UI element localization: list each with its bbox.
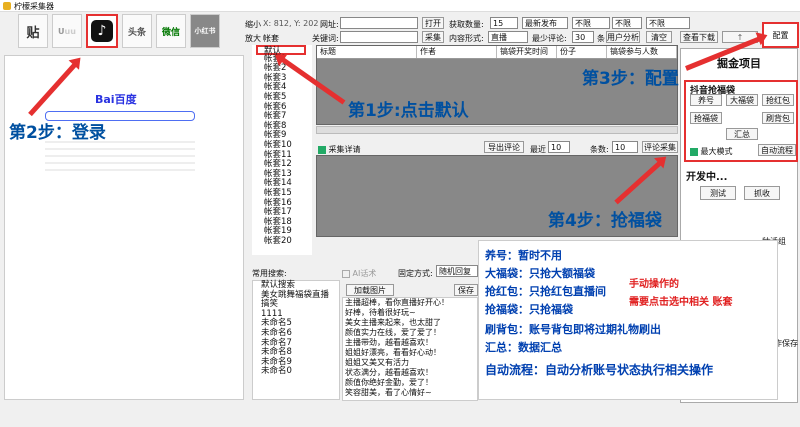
reply-messages[interactable]: 主播超棒，看你直播好开心！ 好棒，待着很好玩~ 美女主播来起来，也太甜了 颜值实… [342,297,478,401]
reply-message: 主播带劲，越看越喜欢！ [345,338,433,347]
platform-wechat[interactable]: 微信 [156,14,186,48]
clear-button[interactable]: 清空 [646,31,672,43]
app-icon [3,2,11,10]
note-line: 刷背包：账号背包即将过期礼物刷出 [485,323,661,336]
reply-message: 状态满分，越看越喜欢！ [345,368,433,377]
big-bag-button[interactable]: 大福袋 [726,94,758,106]
fixed-mode-select[interactable]: 随机回复 [436,265,478,277]
brush-backpack-button[interactable]: 刷背包 [762,112,794,124]
url-label: 网址: [320,20,339,29]
platform-tiktok[interactable]: ♪ [86,14,118,48]
reply-message: 颜值你绝好金勤，爱了！ [345,378,433,387]
account-label: 帐套 [263,34,279,43]
content-label: 内容形式: [449,34,484,43]
col-title[interactable]: 标题 [317,46,417,58]
reply-message: 美女主播来起来，也太甜了 [345,318,441,327]
fetch-label: 获取数量: [449,20,484,29]
search-item[interactable]: 未命名0 [253,367,339,377]
platform-xhs[interactable]: 小红书 [190,14,220,48]
common-search-list: 默认搜索 美女跳舞福袋直播 搞笑 1111 未命名5 未命名6 未命名7 未命名… [252,280,340,400]
note-line: 自动流程：自动分析账号状态执行相关操作 [485,363,714,377]
fixed-mode-label: 固定方式: [398,269,433,278]
min-comment-label: 最少评论: [532,34,567,43]
shrink-button[interactable]: 缩小 [245,19,261,30]
col-share[interactable]: 份子 [557,46,607,58]
enlarge-button[interactable]: 放大 [245,33,261,44]
col-participants[interactable]: 镐袋参与人数 [607,46,677,58]
reply-message: 姐姐好漂亮，看看好心动！ [345,348,441,357]
platform-unknown[interactable]: Uuu [52,14,82,48]
step4-annotation: 第4步：抢福袋 [548,211,662,231]
reply-message: 好棒，待着很好玩~ [345,308,416,317]
platform-tieba[interactable]: 贴 [18,14,48,48]
col-author[interactable]: 作者 [417,46,497,58]
step2-annotation: 第2步：登录 [9,123,106,143]
max-mode-checkbox[interactable]: 最大模式 [690,146,733,157]
manual-note-2: 需要点击选中相关 账套 [629,297,733,308]
recent-input[interactable]: 10 [548,141,570,153]
reply-message: 颜值实力在线，爱了爱了！ [345,328,441,337]
user-analysis-button[interactable]: 用户分析 [606,31,640,43]
keyword-label: 关键词: [312,34,339,43]
reply-message: 姐姐又美又有活力 [345,358,409,367]
nurture-button[interactable]: 养号 [690,94,722,106]
ai-script-checkbox[interactable]: AI话术 [342,268,376,279]
fetch-input[interactable]: 15 [490,17,518,29]
note-line: 汇总：数据汇总 [485,341,562,354]
note-line: 抢红包：只抢红包直播间 [485,285,606,298]
dev-title: 开发中... [686,172,728,183]
grid-scrollbar[interactable] [316,126,678,134]
app-window: 柠檬采集器 贴 Uuu ♪ 头条 微信 小红书 缩小 放大 X: 812, Y:… [0,0,800,427]
min-comment-input[interactable]: 30 [572,31,594,43]
note-line: 抢福袋：只抢福袋 [485,303,573,316]
add-image-button[interactable]: 加载图片 [346,284,394,296]
auto-flow-button[interactable]: 自动流程 [758,144,796,156]
export-comments-button[interactable]: 导出评论 [484,141,524,153]
red-packet-button[interactable]: 抢红包 [762,94,794,106]
summary-button[interactable]: 汇总 [726,128,758,140]
manual-note-1: 手动操作的 [629,279,679,290]
common-search-label: 常用搜索: [252,269,287,278]
limit-select-3[interactable]: 不限 [646,17,690,29]
content-select[interactable]: 直播 [488,31,528,43]
note-line: 大福袋：只抢大额福袋 [485,267,595,280]
app-title: 柠檬采集器 [14,2,54,11]
grab-test-button[interactable]: 抓收 [744,186,780,200]
note-line: 养号：暂时不用 [485,249,562,262]
open-button[interactable]: 打开 [422,17,444,29]
unit-label: 条 [597,34,605,43]
sort-select[interactable]: 最新发布 [522,17,568,29]
limit-select-2[interactable]: 不限 [612,17,642,29]
account-item[interactable]: 帐套20 [252,236,312,247]
grid-header: 标题 作者 镐袋开奖时间 份子 镐袋参与人数 [317,46,677,59]
collect-button[interactable]: 采集 [422,31,444,43]
step3-annotation: 第3步：配置 [582,69,679,89]
douyin-grab-box: 抖音抢福袋 养号 大福袋 抢红包 抢福袋 刷背包 汇总 最大模式 自动流程 [684,80,798,162]
instruction-note: 养号：暂时不用 大福袋：只抢大额福袋 抢红包：只抢红包直播间 抢福袋：只抢福袋 … [478,240,778,400]
test-button[interactable]: 测试 [700,186,736,200]
reply-message: 主播超棒，看你直播好开心！ [345,298,449,307]
grab-bag-button[interactable]: 抢福袋 [690,112,722,124]
collect-detail-checkbox[interactable]: 采集详请 [318,144,361,155]
count-input[interactable]: 10 [612,141,638,153]
step1-annotation: 第1步:点击默认 [348,101,469,121]
coord-readout: X: 812, Y: 202 [263,19,319,28]
platform-toutiao[interactable]: 头条 [122,14,152,48]
title-bar: 柠檬采集器 [0,0,800,12]
col-draw-time[interactable]: 镐袋开奖时间 [497,46,557,58]
baidu-logo: Bai百度 [95,93,137,106]
count-label: 条数: [590,145,609,154]
reply-message: 笑容甜美，看了心情好~ [345,388,432,397]
save-button[interactable]: 保存 [454,284,478,296]
url-input[interactable] [340,17,418,29]
recent-label: 最近 [530,145,546,154]
tiktok-icon: ♪ [91,20,113,42]
view-download-button[interactable]: 查看下载 [680,31,718,43]
limit-select-1[interactable]: 不限 [572,17,610,29]
keyword-input[interactable] [340,31,418,43]
